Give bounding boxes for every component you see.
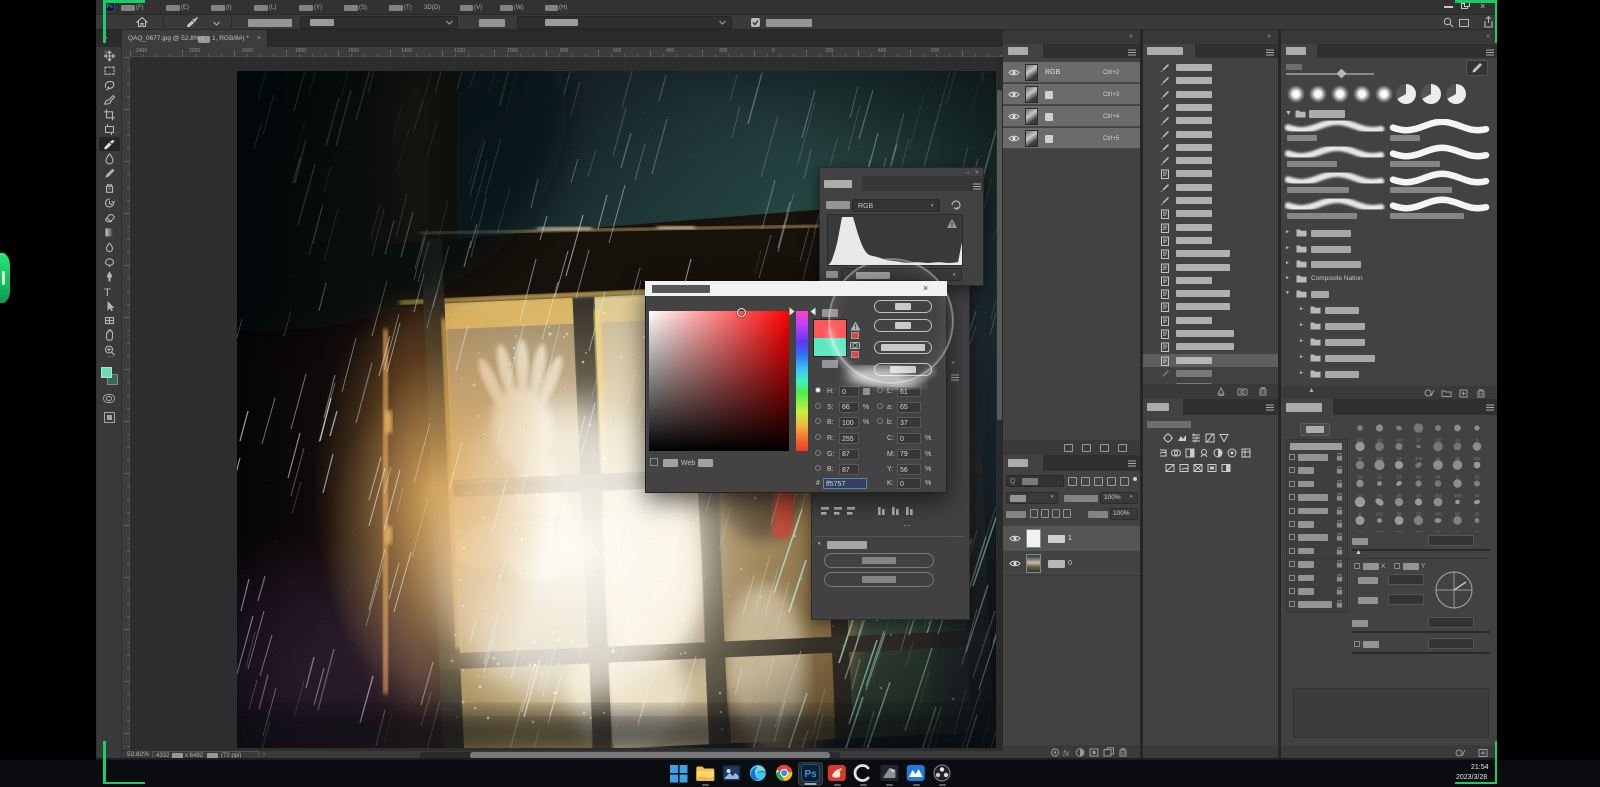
- svg-text:9: 9: [1456, 475, 1459, 480]
- svg-text:36: 36: [1396, 512, 1402, 517]
- svg-text:21: 21: [1377, 475, 1383, 480]
- svg-text:192: 192: [1356, 438, 1364, 443]
- svg-text:17: 17: [1455, 530, 1461, 532]
- svg-text:192: 192: [1434, 493, 1442, 498]
- svg-text:13: 13: [1455, 438, 1461, 443]
- svg-text:17: 17: [1416, 438, 1422, 443]
- svg-text:36: 36: [1357, 475, 1363, 480]
- svg-text:44: 44: [1416, 475, 1422, 480]
- svg-text:300: 300: [1415, 456, 1423, 461]
- svg-text:44: 44: [1435, 475, 1441, 480]
- svg-text:36: 36: [1396, 493, 1402, 498]
- svg-text:9: 9: [1359, 512, 1362, 517]
- svg-text:60: 60: [1474, 530, 1480, 532]
- svg-text:300: 300: [1434, 512, 1442, 517]
- svg-text:44: 44: [1357, 530, 1363, 532]
- svg-text:192: 192: [1376, 512, 1384, 517]
- svg-text:13: 13: [1396, 456, 1402, 461]
- svg-text:36: 36: [1435, 530, 1441, 532]
- svg-text:T: T: [104, 287, 111, 299]
- svg-text:44: 44: [1357, 456, 1363, 461]
- svg-text:13: 13: [1396, 475, 1402, 480]
- svg-text:60: 60: [1377, 438, 1383, 443]
- svg-text:60: 60: [1455, 512, 1461, 517]
- svg-text:44: 44: [1474, 493, 1480, 498]
- svg-text:192: 192: [1473, 456, 1481, 461]
- svg-text:100: 100: [1454, 493, 1462, 498]
- svg-text:44: 44: [1416, 493, 1422, 498]
- svg-text:300: 300: [1415, 530, 1423, 532]
- svg-text:9: 9: [1476, 438, 1479, 443]
- svg-text:300: 300: [1376, 530, 1384, 532]
- svg-text:25: 25: [1474, 475, 1480, 480]
- svg-text:100: 100: [1395, 438, 1403, 443]
- svg-text:Ps: Ps: [805, 769, 818, 780]
- svg-text:300: 300: [1395, 530, 1403, 532]
- svg-text:36: 36: [1474, 512, 1480, 517]
- svg-text:44: 44: [1377, 493, 1383, 498]
- svg-text:fx: fx: [1063, 749, 1070, 758]
- svg-text:25: 25: [1416, 512, 1422, 517]
